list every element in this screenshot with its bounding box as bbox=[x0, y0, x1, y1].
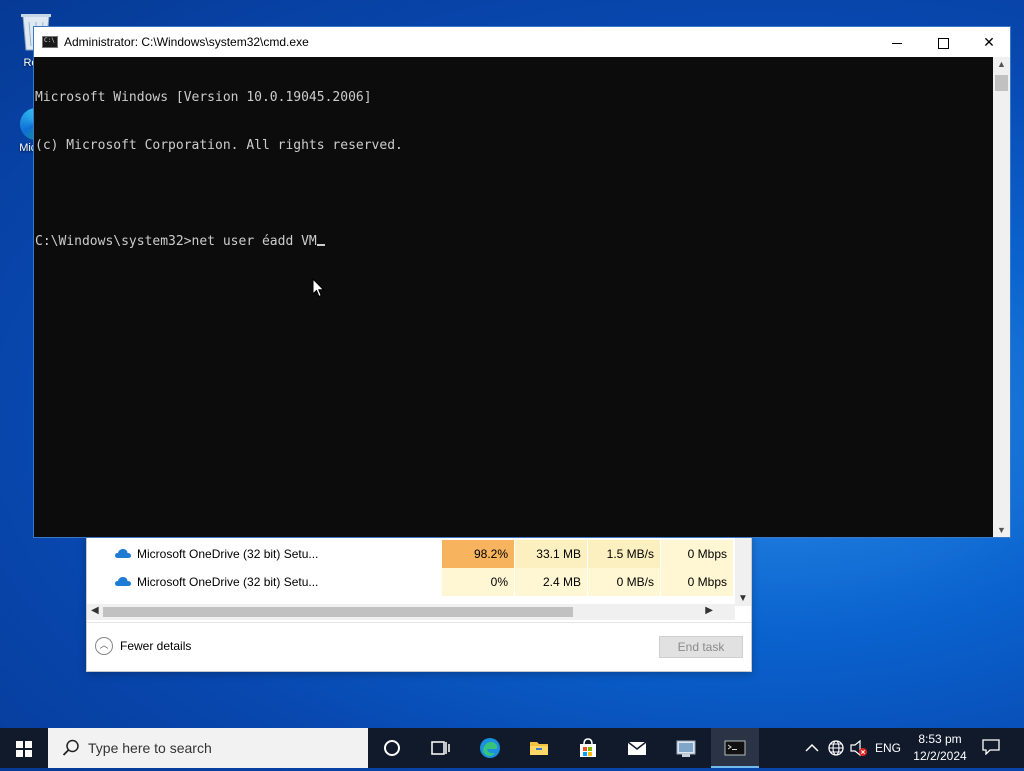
search-box[interactable]: Type here to search bbox=[48, 728, 368, 768]
language-indicator[interactable]: ENG bbox=[872, 728, 904, 768]
chevron-up-icon[interactable]: ︿ bbox=[95, 637, 113, 655]
mouse-pointer-icon bbox=[312, 278, 325, 298]
clock-date: 12/2/2024 bbox=[913, 749, 967, 763]
console-output[interactable]: Microsoft Windows [Version 10.0.19045.20… bbox=[35, 57, 993, 536]
cmd-window[interactable]: Administrator: C:\Windows\system32\cmd.e… bbox=[33, 26, 1011, 538]
windows-logo-icon bbox=[16, 741, 32, 757]
cmd-icon bbox=[724, 740, 746, 756]
chevron-down-icon[interactable]: ▼ bbox=[738, 593, 748, 604]
search-icon bbox=[62, 739, 79, 756]
window-title: Administrator: C:\Windows\system32\cmd.e… bbox=[64, 35, 309, 49]
table-row[interactable]: Microsoft OneDrive (32 bit) Setu... 0% 2… bbox=[87, 568, 735, 596]
end-task-button[interactable]: End task bbox=[659, 636, 743, 658]
clock[interactable]: 8:53 pm 12/2/2024 bbox=[906, 731, 974, 765]
cortana-icon bbox=[384, 740, 400, 756]
console-line: Microsoft Windows [Version 10.0.19045.20… bbox=[35, 90, 372, 105]
cpu-cell: 0% bbox=[442, 568, 514, 596]
volume-muted-icon bbox=[850, 739, 867, 757]
mail-icon bbox=[627, 741, 647, 755]
text-cursor bbox=[316, 244, 325, 246]
file-explorer-icon bbox=[530, 742, 548, 755]
maximize-icon bbox=[937, 37, 949, 49]
command-text: C:\Windows\system32>net user éadd VM bbox=[35, 234, 317, 249]
notification-icon[interactable] bbox=[982, 739, 1000, 755]
cortana-button[interactable] bbox=[368, 728, 416, 768]
chevron-up-icon bbox=[805, 743, 819, 752]
volume-tray-button[interactable] bbox=[848, 728, 872, 768]
onedrive-icon bbox=[115, 577, 131, 586]
network-cell: 0 Mbps bbox=[661, 568, 733, 596]
console-scrollbar[interactable]: ▲ ▼ bbox=[993, 57, 1010, 537]
mail-button[interactable] bbox=[613, 728, 661, 768]
task-view-icon bbox=[431, 741, 450, 755]
start-button[interactable] bbox=[0, 728, 48, 768]
cpu-cell: 98.2% bbox=[442, 540, 514, 568]
memory-cell: 33.1 MB bbox=[515, 540, 587, 568]
task-view-button[interactable] bbox=[416, 728, 464, 768]
network-cell: 0 Mbps bbox=[661, 540, 733, 568]
store-icon bbox=[580, 738, 596, 757]
scrollbar-thumb[interactable] bbox=[103, 607, 573, 617]
scrollbar-thumb[interactable] bbox=[995, 75, 1008, 91]
close-button[interactable]: ✕ bbox=[966, 27, 1012, 57]
console-input-line[interactable]: C:\Windows\system32>net user éadd VM bbox=[35, 234, 993, 250]
clock-time: 8:53 pm bbox=[918, 732, 962, 746]
chevron-right-icon[interactable]: ▶ bbox=[705, 605, 713, 616]
task-manager-window[interactable]: Microsoft OneDrive (32 bit) Setu... 98.2… bbox=[86, 535, 752, 672]
search-placeholder: Type here to search bbox=[88, 740, 212, 756]
store-button[interactable] bbox=[564, 728, 612, 768]
vertical-scrollbar[interactable]: ▼ bbox=[735, 536, 751, 606]
fewer-details-link[interactable]: Fewer details bbox=[120, 639, 191, 653]
console-line: (c) Microsoft Corporation. All rights re… bbox=[35, 138, 403, 153]
process-name: Microsoft OneDrive (32 bit) Setu... bbox=[137, 575, 319, 589]
cmd-taskbar-button[interactable] bbox=[711, 728, 759, 768]
memory-cell: 2.4 MB bbox=[515, 568, 587, 596]
table-row[interactable]: Microsoft OneDrive (32 bit) Setu... 98.2… bbox=[87, 540, 735, 568]
network-tray-button[interactable] bbox=[824, 728, 848, 768]
minimize-icon bbox=[892, 42, 902, 44]
file-explorer-button[interactable] bbox=[515, 728, 563, 768]
taskbar: Type here to search ENG 8:53 pm 12/2/202… bbox=[0, 728, 1024, 768]
process-name: Microsoft OneDrive (32 bit) Setu... bbox=[137, 547, 319, 561]
show-hidden-icons-button[interactable] bbox=[800, 728, 824, 768]
disk-cell: 1.5 MB/s bbox=[588, 540, 660, 568]
onedrive-icon bbox=[115, 549, 131, 558]
title-bar[interactable]: Administrator: C:\Windows\system32\cmd.e… bbox=[34, 27, 1010, 57]
disk-cell: 0 MB/s bbox=[588, 568, 660, 596]
close-icon: ✕ bbox=[983, 34, 995, 50]
task-manager-footer: ︿ Fewer details End task bbox=[87, 622, 751, 671]
edge-taskbar-button[interactable] bbox=[466, 728, 514, 768]
chevron-down-icon[interactable]: ▼ bbox=[997, 525, 1006, 535]
chevron-left-icon[interactable]: ◀ bbox=[91, 605, 99, 616]
cmd-icon bbox=[42, 36, 58, 48]
chevron-up-icon[interactable]: ▲ bbox=[997, 59, 1006, 69]
globe-icon bbox=[828, 740, 844, 756]
network-app-button[interactable] bbox=[662, 728, 710, 768]
edge-icon bbox=[480, 738, 500, 758]
network-app-icon bbox=[676, 740, 696, 757]
horizontal-scrollbar[interactable]: ◀ ▶ bbox=[87, 604, 735, 620]
maximize-button[interactable] bbox=[920, 27, 966, 57]
minimize-button[interactable] bbox=[874, 27, 920, 57]
